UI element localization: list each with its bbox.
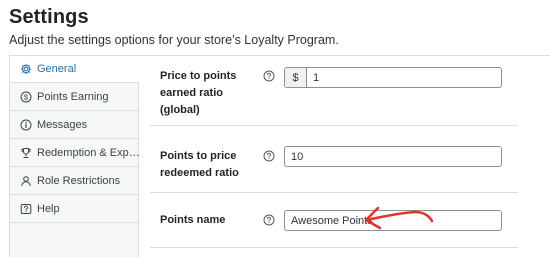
sidebar-item-help[interactable]: Help [10, 196, 139, 223]
dollar-circle-icon: $ [20, 91, 32, 103]
info-circle-icon [20, 119, 32, 131]
currency-prefix: $ [285, 68, 307, 87]
input-value: 10 [291, 150, 304, 163]
settings-panel: General $ Points Earning Messages Redemp… [9, 55, 550, 257]
question-circle-icon[interactable] [263, 150, 275, 162]
sidebar-item-messages[interactable]: Messages [10, 112, 139, 139]
setting-row-points-name: Points name Awesome Points [150, 193, 518, 248]
page-title: Settings [9, 6, 89, 28]
svg-text:$: $ [24, 93, 29, 102]
help-box-icon [20, 203, 32, 215]
sidebar-item-label: Messages [37, 119, 88, 131]
settings-sidebar: General $ Points Earning Messages Redemp… [10, 56, 140, 257]
annotation-arrow-icon [364, 206, 434, 230]
sidebar-item-label: General [37, 63, 77, 75]
sidebar-item-label: Points Earning [37, 91, 109, 103]
question-circle-icon[interactable] [263, 70, 275, 82]
sidebar-item-general[interactable]: General [10, 56, 140, 83]
question-circle-icon[interactable] [263, 214, 275, 226]
settings-content: Price to points earned ratio (global) $ … [140, 56, 550, 257]
setting-label: Points to price redeemed ratio [160, 150, 239, 179]
setting-row-price-to-points: Price to points earned ratio (global) $ … [150, 56, 518, 126]
points-to-price-input[interactable]: 10 [284, 146, 502, 167]
sidebar-item-label: Help [37, 203, 60, 215]
setting-row-points-to-price: Points to price redeemed ratio 10 [150, 126, 518, 193]
setting-label: Points name [160, 214, 226, 226]
sidebar-item-redemption[interactable]: Redemption & Exp… [10, 140, 139, 167]
trophy-icon [20, 147, 32, 159]
input-value: 1 [313, 71, 320, 84]
user-icon [20, 175, 32, 187]
price-to-points-input[interactable]: $ 1 [284, 67, 502, 88]
sidebar-item-role-restrictions[interactable]: Role Restrictions [10, 168, 139, 195]
page-subtitle: Adjust the settings options for your sto… [9, 33, 339, 47]
gear-icon [20, 63, 32, 75]
sidebar-item-label: Role Restrictions [37, 175, 121, 187]
setting-label: Price to points earned ratio (global) [160, 70, 237, 116]
sidebar-item-points-earning[interactable]: $ Points Earning [10, 84, 139, 111]
sidebar-item-label: Redemption & Exp… [37, 147, 139, 159]
